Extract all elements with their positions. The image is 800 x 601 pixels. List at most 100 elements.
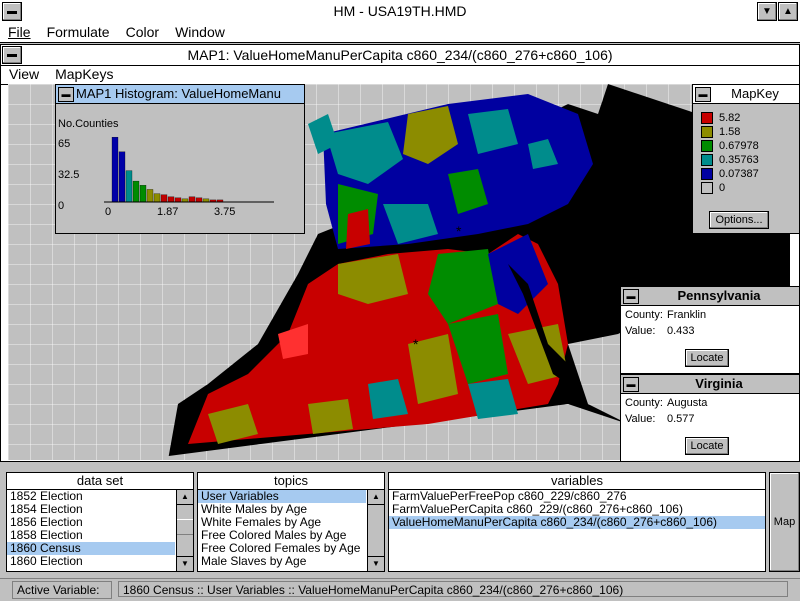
menu-file[interactable]: File — [0, 22, 39, 41]
mapkey-title-bar: ▬ MapKey — [693, 85, 799, 104]
mapkey-panel: ▬ MapKey 5.82 1.58 0.67978 0.35763 0.073… — [692, 84, 800, 234]
virginia-value: 0.577 — [667, 413, 695, 425]
histogram-xtick-mid: 1.87 — [157, 206, 179, 218]
histogram-bar — [111, 136, 119, 203]
dataset-header: data set — [7, 473, 193, 490]
virginia-value-label: Value: — [625, 413, 656, 425]
list-item[interactable]: Male Slaves by Age — [198, 555, 366, 568]
histogram-bar — [153, 193, 161, 203]
app-title: HM - USA19TH.HMD — [333, 3, 467, 19]
status-bar: Active Variable: 1860 Census :: User Var… — [0, 578, 800, 601]
pennsylvania-close-button[interactable]: ▬ — [623, 289, 639, 304]
variables-items: FarmValuePerFreePop c860_229/c860_276 Fa… — [389, 490, 765, 529]
histogram-ytick-bottom: 0 — [58, 200, 65, 212]
topics-scrollbar[interactable]: ▲ ▼ — [367, 490, 384, 571]
menu-window[interactable]: Window — [167, 22, 233, 41]
dataset-list[interactable]: data set 1852 Election 1854 Election 185… — [6, 472, 194, 572]
histogram-ytick-mid: 32.5 — [58, 169, 80, 181]
legend-label: 1.58 — [719, 126, 741, 138]
map-window-title: MAP1: ValueHomeManuPerCapita c860_234/(c… — [187, 47, 613, 63]
menu-view[interactable]: View — [1, 66, 47, 83]
status-label: Active Variable: — [12, 581, 112, 599]
menu-formulate[interactable]: Formulate — [39, 22, 118, 41]
mapkey-close-button[interactable]: ▬ — [695, 87, 711, 102]
legend-label: 0.35763 — [719, 154, 759, 166]
histogram-bar — [167, 196, 175, 203]
dataset-scrollbar[interactable]: ▲ ▼ — [176, 490, 193, 571]
pennsylvania-value: 0.433 — [667, 325, 695, 337]
histogram-bar — [139, 185, 147, 203]
histogram-bar — [125, 170, 133, 203]
mapkey-legend: 5.82 1.58 0.67978 0.35763 0.07387 0 — [701, 111, 759, 195]
histogram-bar — [132, 180, 140, 203]
histogram-ylabel: No.Counties — [58, 118, 119, 130]
mapkey-entry[interactable]: 0 — [701, 181, 759, 195]
mapkey-entry[interactable]: 1.58 — [701, 125, 759, 139]
mapkey-options-button[interactable]: Options... — [709, 211, 769, 229]
legend-label: 5.82 — [719, 112, 741, 124]
legend-label: 0 — [719, 182, 726, 194]
virginia-panel: ▬ Virginia County: Augusta Value: 0.577 … — [620, 374, 800, 462]
pennsylvania-county-label: County: — [625, 309, 663, 321]
menu-color[interactable]: Color — [118, 22, 167, 41]
map-button[interactable]: Map — [769, 472, 800, 572]
histogram-title-bar: ▬ MAP1 Histogram: ValueHomeManu — [56, 85, 304, 104]
virginia-title-bar: ▬ Virginia — [621, 375, 799, 394]
app-title-bar: ▬ HM - USA19TH.HMD ▼ ▲ — [0, 0, 800, 23]
pennsylvania-county-value: Franklin — [667, 309, 707, 321]
histogram-xtick-max: 3.75 — [214, 206, 236, 218]
legend-swatch — [701, 154, 713, 167]
menu-mapkeys[interactable]: MapKeys — [47, 66, 121, 83]
pennsylvania-value-label: Value: — [625, 325, 656, 337]
scroll-up-arrow-icon[interactable]: ▲ — [368, 490, 384, 505]
list-item[interactable]: 1860 Election — [7, 555, 175, 568]
histogram-chart — [104, 136, 274, 203]
mapkey-title: MapKey — [731, 86, 779, 101]
topics-header: topics — [198, 473, 384, 490]
pennsylvania-title: Pennsylvania — [677, 288, 761, 303]
maximize-button[interactable]: ▲ — [778, 2, 798, 21]
legend-swatch — [701, 140, 713, 153]
scroll-thumb[interactable] — [177, 519, 193, 535]
minimize-button[interactable]: ▼ — [757, 2, 777, 21]
histogram-bar — [195, 197, 203, 203]
pennsylvania-locate-button[interactable]: Locate — [685, 349, 729, 367]
virginia-county-value: Augusta — [667, 397, 708, 409]
mapkey-entry[interactable]: 0.35763 — [701, 153, 759, 167]
status-active-variable: 1860 Census :: User Variables :: ValueHo… — [118, 581, 788, 597]
virginia-locate-button[interactable]: Locate — [685, 437, 729, 455]
legend-swatch — [701, 126, 713, 139]
scroll-down-arrow-icon[interactable]: ▼ — [177, 556, 193, 571]
histogram-title: MAP1 Histogram: ValueHomeManu — [76, 86, 281, 101]
variables-list[interactable]: variables FarmValuePerFreePop c860_229/c… — [388, 472, 766, 572]
mapkey-entry[interactable]: 0.67978 — [701, 139, 759, 153]
topics-items: User Variables White Males by Age White … — [198, 490, 366, 568]
map-window-menu-bar: View MapKeys — [1, 66, 799, 85]
scroll-down-arrow-icon[interactable]: ▼ — [368, 556, 384, 571]
list-item-selected[interactable]: ValueHomeManuPerCapita c860_234/(c860_27… — [389, 516, 765, 529]
histogram-bar — [118, 151, 126, 203]
histogram-bar — [174, 197, 182, 203]
histogram-bar — [188, 196, 196, 203]
legend-label: 0.67978 — [719, 140, 759, 152]
app-menu-bar: File Formulate Color Window — [0, 22, 800, 43]
virginia-close-button[interactable]: ▬ — [623, 377, 639, 392]
scroll-up-arrow-icon[interactable]: ▲ — [177, 490, 193, 505]
histogram-bar — [146, 189, 154, 203]
topics-list[interactable]: topics User Variables White Males by Age… — [197, 472, 385, 572]
pennsylvania-panel: ▬ Pennsylvania County: Franklin Value: 0… — [620, 286, 800, 374]
histogram-close-button[interactable]: ▬ — [58, 87, 74, 102]
svg-text:*: * — [413, 336, 419, 352]
histogram-ytick-top: 65 — [58, 138, 71, 150]
variables-header: variables — [389, 473, 765, 490]
mapkey-entry[interactable]: 5.82 — [701, 111, 759, 125]
legend-swatch — [701, 112, 713, 125]
mapkey-entry[interactable]: 0.07387 — [701, 167, 759, 181]
virginia-title: Virginia — [695, 376, 743, 391]
legend-swatch — [701, 168, 713, 181]
legend-swatch — [701, 182, 713, 195]
map-window-title-bar: ▬ MAP1: ValueHomeManuPerCapita c860_234/… — [1, 45, 799, 66]
histogram-xtick-0: 0 — [105, 206, 112, 218]
pennsylvania-title-bar: ▬ Pennsylvania — [621, 287, 799, 306]
histogram-panel: ▬ MAP1 Histogram: ValueHomeManu No.Count… — [55, 84, 305, 234]
